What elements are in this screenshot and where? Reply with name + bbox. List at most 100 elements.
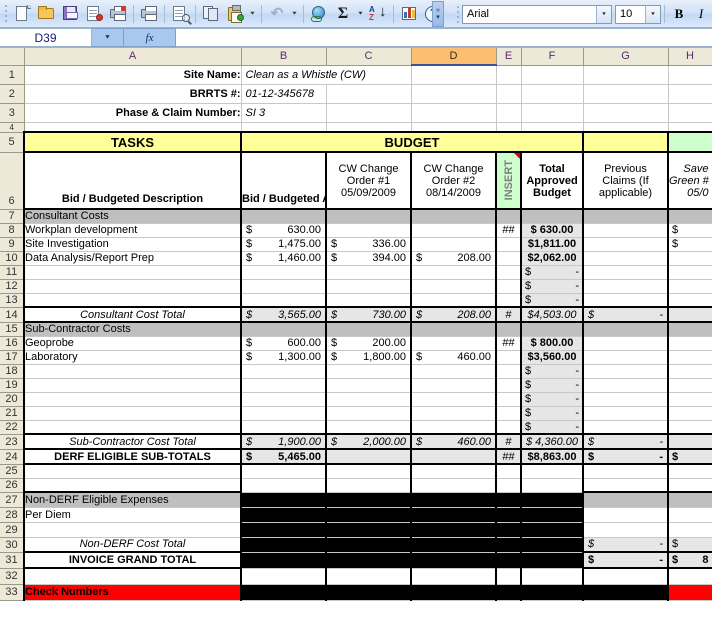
- cell-a29[interactable]: [23, 522, 242, 538]
- cell-c29-blocked[interactable]: [326, 522, 412, 538]
- cell-e3[interactable]: [496, 103, 522, 123]
- table-row-insert[interactable]: ##: [496, 223, 522, 238]
- table-row-bid[interactable]: [241, 392, 327, 407]
- table-row-cw1[interactable]: $1,800.00: [326, 350, 412, 365]
- cell-c33-blocked[interactable]: [326, 584, 412, 601]
- cell-c3[interactable]: [326, 103, 412, 123]
- table-row-desc[interactable]: Geoprobe: [23, 336, 242, 351]
- table-row-insert[interactable]: [496, 406, 522, 421]
- table-row-cw2[interactable]: $460.00: [411, 350, 497, 365]
- cell-f28-blocked[interactable]: [521, 507, 584, 523]
- table-row-bid[interactable]: [241, 279, 327, 294]
- derf-subtotal-cw1[interactable]: [326, 449, 412, 465]
- invoice-grand-total-previous[interactable]: $ -: [583, 552, 669, 569]
- table-row-save[interactable]: [668, 406, 712, 421]
- table-row-desc[interactable]: Per Diem: [23, 507, 242, 523]
- cell-b30-blocked[interactable]: [241, 537, 327, 553]
- table-row-desc[interactable]: [23, 406, 242, 421]
- table-row-save[interactable]: [668, 336, 712, 351]
- row-header-7[interactable]: 7: [0, 209, 25, 224]
- table-row-previous[interactable]: [583, 336, 669, 351]
- table-row-bid[interactable]: $1,300.00: [241, 350, 327, 365]
- cell-d28-blocked[interactable]: [411, 507, 497, 523]
- toolbar-grip[interactable]: [2, 3, 9, 25]
- total-row-previous[interactable]: $ -: [583, 306, 669, 323]
- table-row-previous[interactable]: [583, 406, 669, 421]
- cell-g25[interactable]: [583, 464, 669, 479]
- cell-g7[interactable]: [583, 209, 669, 224]
- autosum-dropdown-icon[interactable]: [355, 2, 366, 26]
- table-row-save[interactable]: [668, 293, 712, 308]
- new-document-icon[interactable]: [10, 2, 34, 26]
- table-row-previous[interactable]: [583, 237, 669, 252]
- table-row-cw1[interactable]: $394.00: [326, 251, 412, 266]
- table-row-desc[interactable]: Data Analysis/Report Prep: [23, 251, 242, 266]
- cell-d30-blocked[interactable]: [411, 537, 497, 553]
- table-row-cw2[interactable]: [411, 293, 497, 308]
- print-preview-icon[interactable]: [106, 2, 130, 26]
- cell-f31-blocked[interactable]: [521, 552, 584, 569]
- total-row-cw1[interactable]: $730.00: [326, 306, 412, 323]
- cell-g33-blocked[interactable]: [583, 584, 669, 601]
- row-header-32[interactable]: 32: [0, 568, 25, 585]
- cell-a32[interactable]: [23, 568, 242, 585]
- brrts-value[interactable]: 01-12-345678: [241, 84, 327, 104]
- spell-check-icon[interactable]: [168, 2, 192, 26]
- table-row-total[interactable]: $ -: [521, 378, 584, 393]
- column-header-g[interactable]: G: [583, 48, 669, 66]
- table-row-save[interactable]: [668, 364, 712, 379]
- derf-subtotal-cw2[interactable]: [411, 449, 497, 465]
- table-row-insert[interactable]: [496, 392, 522, 407]
- table-row-desc[interactable]: [23, 364, 242, 379]
- table-row-bid[interactable]: [241, 293, 327, 308]
- cell-f4[interactable]: [521, 122, 584, 133]
- cell-c27-blocked[interactable]: [326, 492, 412, 508]
- spreadsheet-grid[interactable]: A B C D E F G H 1 Site Name: Clean as a …: [0, 48, 712, 619]
- cell-c15[interactable]: [326, 322, 412, 337]
- total-row-save[interactable]: [668, 306, 712, 323]
- table-row-save[interactable]: [668, 392, 712, 407]
- cell-c4[interactable]: [326, 122, 412, 133]
- cell-f1[interactable]: [521, 65, 584, 85]
- cell-f3[interactable]: [521, 103, 584, 123]
- column-header-h[interactable]: H: [668, 48, 712, 66]
- total-row-save[interactable]: $: [668, 537, 712, 553]
- total-row-cw2[interactable]: $208.00: [411, 306, 497, 323]
- cell-f2[interactable]: [521, 84, 584, 104]
- table-row-insert[interactable]: [496, 364, 522, 379]
- table-row-save[interactable]: [668, 350, 712, 365]
- row-header-3[interactable]: 3: [0, 103, 25, 123]
- table-row-insert[interactable]: [496, 420, 522, 435]
- table-row-desc[interactable]: Workplan development: [23, 223, 242, 238]
- row-header-10[interactable]: 10: [0, 251, 25, 266]
- table-row-bid[interactable]: $630.00: [241, 223, 327, 238]
- table-row-previous[interactable]: [583, 350, 669, 365]
- table-row-previous[interactable]: [583, 378, 669, 393]
- column-header-b[interactable]: B: [241, 48, 327, 66]
- permission-icon[interactable]: [82, 2, 106, 26]
- cell-g29[interactable]: [583, 522, 669, 538]
- table-row-previous[interactable]: [583, 364, 669, 379]
- cell-c7[interactable]: [326, 209, 412, 224]
- table-row-previous[interactable]: [583, 420, 669, 435]
- cell-d32[interactable]: [411, 568, 497, 585]
- font-name-dropdown-icon[interactable]: [596, 5, 611, 23]
- undo-icon[interactable]: ↶: [265, 2, 289, 26]
- cell-c30-blocked[interactable]: [326, 537, 412, 553]
- table-row-cw2[interactable]: [411, 392, 497, 407]
- derf-subtotal-insert[interactable]: ##: [496, 449, 522, 465]
- table-row-previous[interactable]: [583, 251, 669, 266]
- cell-d15[interactable]: [411, 322, 497, 337]
- row-header-31[interactable]: 31: [0, 552, 25, 569]
- table-row-previous[interactable]: [583, 392, 669, 407]
- cell-e15[interactable]: [496, 322, 522, 337]
- open-folder-icon[interactable]: [34, 2, 58, 26]
- bold-button[interactable]: B: [668, 3, 690, 25]
- table-row-bid[interactable]: $1,475.00: [241, 237, 327, 252]
- cell-e1[interactable]: [496, 65, 522, 85]
- cell-c31-blocked[interactable]: [326, 552, 412, 569]
- cell-h28[interactable]: [668, 507, 712, 523]
- table-row-cw1[interactable]: $200.00: [326, 336, 412, 351]
- paste-dropdown-icon[interactable]: [247, 2, 258, 26]
- cell-g26[interactable]: [583, 478, 669, 493]
